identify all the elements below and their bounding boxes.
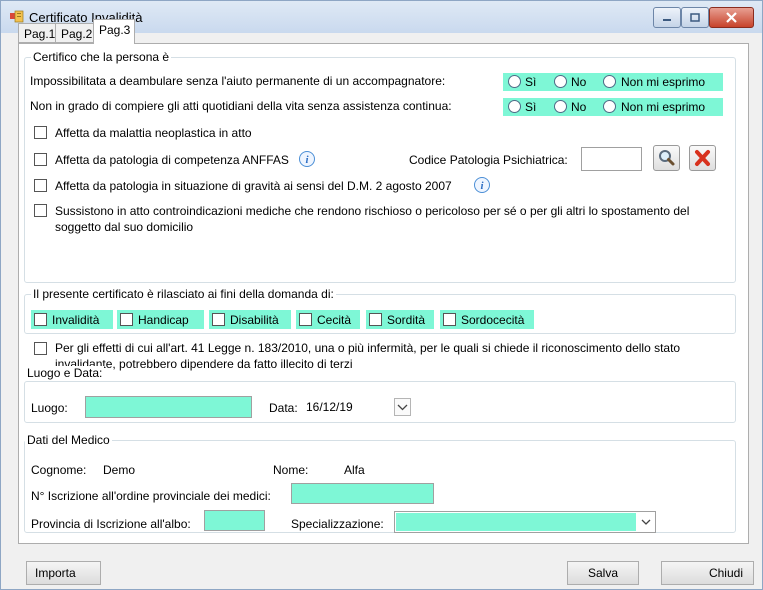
checkbox-sordita[interactable] bbox=[369, 313, 382, 326]
tab-pag1[interactable]: Pag.1 bbox=[18, 23, 56, 43]
question-deambulare: Impossibilitata a deambulare senza l'aiu… bbox=[30, 74, 446, 88]
tab-panel: Certifico che la persona è Impossibilita… bbox=[18, 43, 749, 544]
option-handicap[interactable]: Handicap bbox=[117, 310, 204, 329]
label-provincia: Provincia di Iscrizione all'albo: bbox=[31, 517, 191, 531]
checkbox-controindicazioni[interactable] bbox=[34, 204, 47, 217]
radio-label: Sì bbox=[525, 100, 537, 114]
checkbox-art41[interactable] bbox=[34, 342, 47, 355]
label-luogo: Luogo: bbox=[31, 401, 68, 415]
option-sordocecita[interactable]: Sordocecità bbox=[440, 310, 534, 329]
search-button[interactable] bbox=[653, 145, 680, 171]
label-iscrizione: N° Iscrizione all'ordine provinciale dei… bbox=[31, 489, 271, 503]
tab-pag2[interactable]: Pag.2 bbox=[55, 23, 94, 43]
specializzazione-value-box bbox=[396, 513, 636, 531]
option-disabilita[interactable]: Disabilità bbox=[209, 310, 291, 329]
checkbox-disabilita[interactable] bbox=[212, 313, 225, 326]
checkbox-handicap[interactable] bbox=[120, 313, 133, 326]
checkbox-sordocecita[interactable] bbox=[443, 313, 456, 326]
specializzazione-select[interactable] bbox=[394, 511, 656, 533]
checkbox-cecita[interactable] bbox=[299, 313, 312, 326]
radio-nonmiesprimo-deambulare[interactable] bbox=[603, 75, 616, 88]
domanda-group-title: Il presente certificato è rilasciato ai … bbox=[31, 287, 336, 301]
tab-pag3[interactable]: Pag.3 bbox=[93, 19, 135, 44]
chevron-down-icon bbox=[641, 519, 651, 525]
label-specializzazione: Specializzazione: bbox=[291, 517, 384, 531]
label-cognome: Cognome: bbox=[31, 463, 87, 477]
label-nome: Nome: bbox=[273, 463, 309, 477]
cognome-value: Demo bbox=[103, 463, 136, 477]
salva-button[interactable]: Salva bbox=[567, 561, 639, 585]
app-icon bbox=[10, 10, 24, 23]
luogo-data-group-title: Luogo e Data: bbox=[25, 366, 105, 380]
radio-no-atti[interactable] bbox=[554, 100, 567, 113]
checkbox-anffas[interactable] bbox=[34, 153, 47, 166]
radio-group-atti-quotidiani: Sì No Non mi esprimo bbox=[503, 98, 723, 116]
label-controindicazioni-line2: soggetto dal suo domicilio bbox=[55, 220, 194, 234]
maximize-icon bbox=[690, 13, 700, 22]
clear-button[interactable] bbox=[689, 145, 716, 171]
radio-label: Sì bbox=[525, 75, 537, 89]
radio-label: No bbox=[571, 75, 587, 89]
radio-group-deambulare: Sì No Non mi esprimo bbox=[503, 73, 723, 91]
label-gravita: Affetta da patologia in situazione di gr… bbox=[55, 179, 452, 193]
main-window: Certificato Invalidità Pag.1 Pag.2 Pag.3… bbox=[0, 0, 763, 590]
search-icon bbox=[659, 150, 675, 166]
close-icon bbox=[726, 12, 737, 23]
codice-patologia-input[interactable] bbox=[581, 147, 642, 171]
radio-label: Non mi esprimo bbox=[621, 75, 706, 89]
info-icon[interactable]: i bbox=[474, 177, 490, 193]
certifico-group-title: Certifico che la persona è bbox=[31, 50, 172, 64]
label-art41-line1: Per gli effetti di cui all'art. 41 Legge… bbox=[55, 341, 681, 355]
provincia-input[interactable] bbox=[204, 510, 265, 531]
importa-button[interactable]: Importa bbox=[26, 561, 101, 585]
label-neoplastica: Affetta da malattia neoplastica in atto bbox=[55, 126, 252, 140]
radio-no-deambulare[interactable] bbox=[554, 75, 567, 88]
label-data: Data: bbox=[269, 401, 298, 415]
iscrizione-input[interactable] bbox=[291, 483, 434, 504]
option-cecita[interactable]: Cecità bbox=[296, 310, 360, 329]
medico-group-title: Dati del Medico bbox=[25, 433, 112, 447]
data-value: 16/12/19 bbox=[306, 400, 353, 414]
checkbox-neoplastica[interactable] bbox=[34, 126, 47, 139]
minimize-icon bbox=[663, 18, 671, 21]
question-atti-quotidiani: Non in grado di compiere gli atti quotid… bbox=[30, 99, 452, 113]
radio-si-atti[interactable] bbox=[508, 100, 521, 113]
chevron-down-icon bbox=[397, 404, 408, 411]
chiudi-button[interactable]: Chiudi bbox=[661, 561, 754, 585]
checkbox-gravita[interactable] bbox=[34, 179, 47, 192]
date-dropdown-button[interactable] bbox=[394, 398, 411, 416]
option-sordita[interactable]: Sordità bbox=[366, 310, 434, 329]
delete-x-icon bbox=[695, 150, 710, 166]
maximize-button[interactable] bbox=[681, 7, 709, 28]
label-anffas: Affetta da patologia di competenza ANFFA… bbox=[55, 153, 289, 167]
radio-label: Non mi esprimo bbox=[621, 100, 706, 114]
minimize-button[interactable] bbox=[653, 7, 681, 28]
radio-si-deambulare[interactable] bbox=[508, 75, 521, 88]
luogo-input[interactable] bbox=[85, 396, 252, 418]
info-icon[interactable]: i bbox=[299, 151, 315, 167]
radio-nonmiesprimo-atti[interactable] bbox=[603, 100, 616, 113]
label-codice-patologia: Codice Patologia Psichiatrica: bbox=[409, 153, 568, 167]
nome-value: Alfa bbox=[344, 463, 365, 477]
checkbox-invalidita[interactable] bbox=[34, 313, 47, 326]
label-controindicazioni-line1: Sussistono in atto controindicazioni med… bbox=[55, 204, 690, 218]
radio-label: No bbox=[571, 100, 587, 114]
close-button[interactable] bbox=[709, 7, 754, 28]
option-invalidita[interactable]: Invalidità bbox=[31, 310, 113, 329]
data-datepicker[interactable]: 16/12/19 bbox=[302, 396, 413, 418]
